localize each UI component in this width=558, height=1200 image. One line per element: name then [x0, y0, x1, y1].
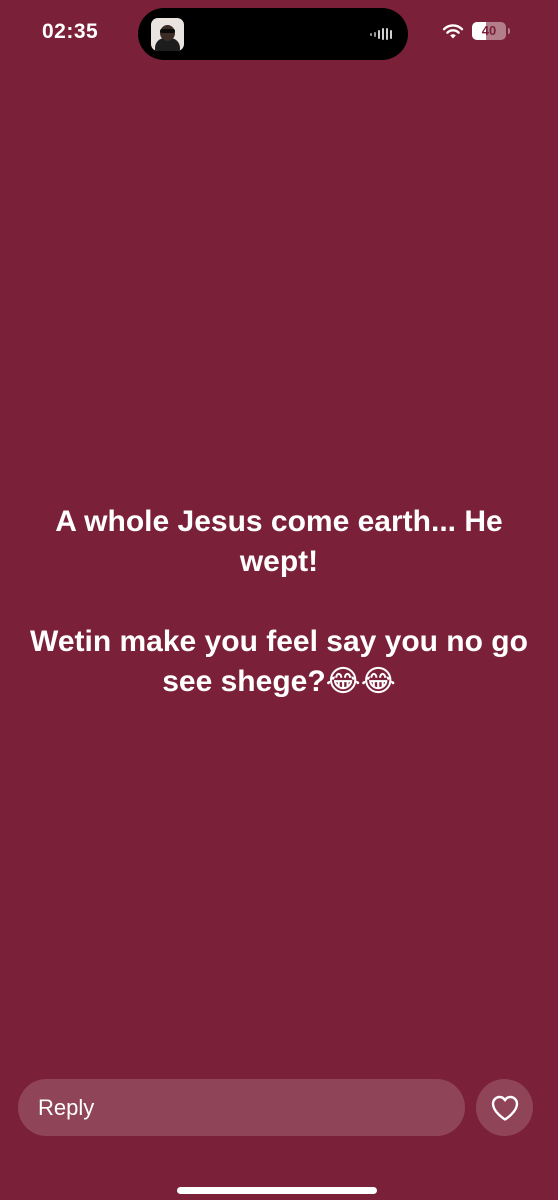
- heart-icon: [491, 1095, 518, 1121]
- dynamic-island[interactable]: [138, 8, 408, 60]
- status-bar: 02:35 40: [0, 0, 558, 66]
- status-time: 02:35: [42, 20, 99, 43]
- reply-placeholder: Reply: [38, 1094, 95, 1120]
- story-paragraph-1: A whole Jesus come earth... He wept!: [55, 505, 503, 578]
- like-button[interactable]: [476, 1079, 533, 1136]
- story-text: A whole Jesus come earth... He wept! Wet…: [20, 502, 538, 702]
- audio-bars-icon: [370, 26, 392, 42]
- story-paragraph-2: Wetin make you feel say you no go see sh…: [30, 625, 528, 698]
- status-icons: 40: [442, 22, 510, 40]
- home-indicator[interactable]: [177, 1187, 377, 1194]
- battery-icon: 40: [472, 22, 510, 40]
- reply-input[interactable]: Reply: [18, 1079, 465, 1136]
- wifi-icon: [442, 23, 464, 38]
- battery-level: 40: [481, 23, 497, 38]
- live-activity-avatar: [151, 18, 184, 51]
